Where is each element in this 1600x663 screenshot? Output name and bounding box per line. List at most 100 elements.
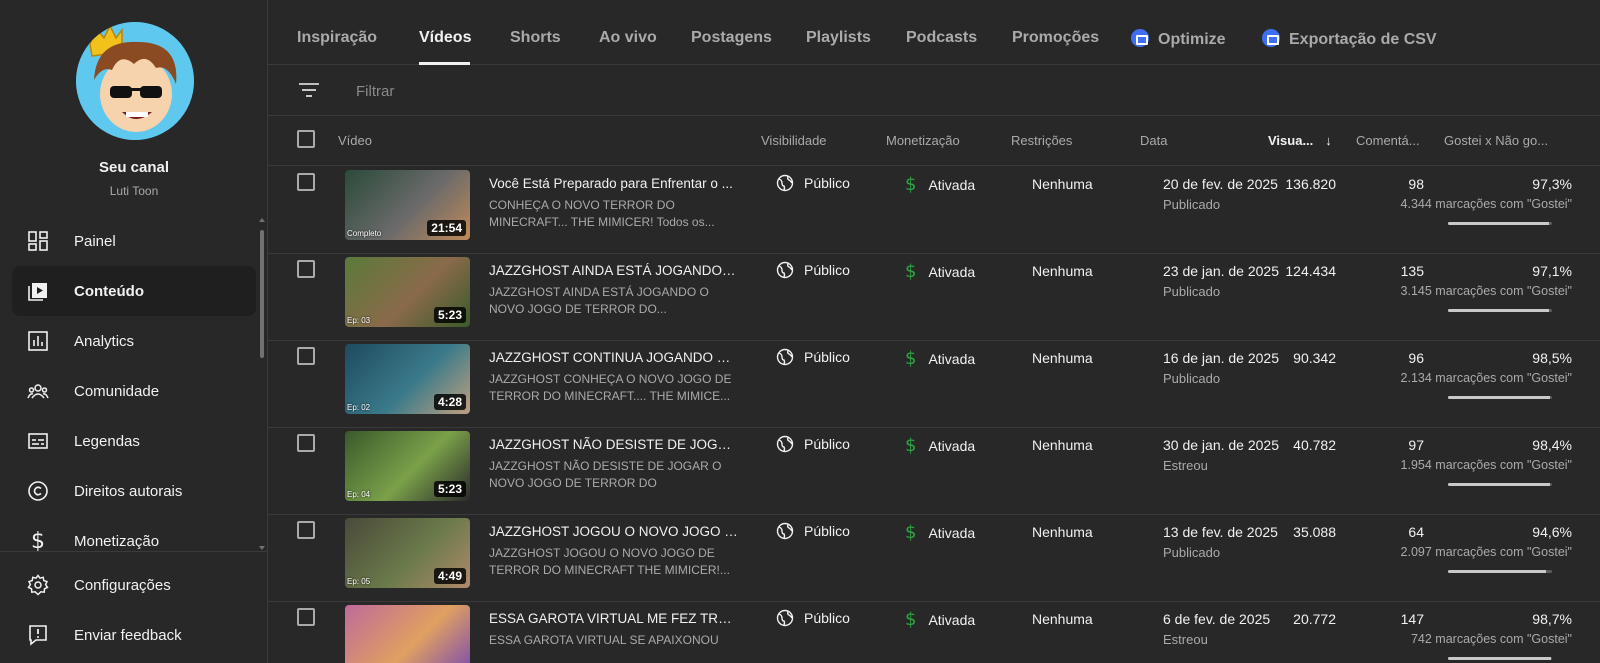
monetization-cell[interactable]: $ Ativada — [905, 609, 975, 630]
column-comments[interactable]: Comentá... — [1356, 133, 1420, 148]
video-title[interactable]: ESSA GAROTA VIRTUAL ME FEZ TRAB... — [489, 611, 739, 626]
sidebar-item-monetizacao[interactable]: $ Monetização — [12, 516, 256, 552]
visibility-cell[interactable]: Público — [776, 522, 850, 540]
video-title[interactable]: Você Está Preparado para Enfrentar o ... — [489, 176, 739, 191]
like-ratio-bar — [1448, 657, 1552, 660]
sidebar-item-comunidade[interactable]: Comunidade — [12, 366, 256, 416]
like-ratio-fill — [1448, 483, 1551, 486]
visibility-cell[interactable]: Público — [776, 435, 850, 453]
sidebar-nav: Painel Conteúdo Analytics Comunidade Leg… — [12, 216, 256, 551]
table-header: Vídeo Visibilidade Monetização Restriçõe… — [268, 116, 1600, 166]
tab-optimize[interactable]: Optimize — [1131, 29, 1226, 49]
video-thumbnail[interactable]: Ep: 05 4:49 — [345, 518, 470, 588]
sidebar-item-legendas[interactable]: Legendas — [12, 416, 256, 466]
tab-shorts[interactable]: Shorts — [510, 29, 561, 47]
dollar-icon: $ — [905, 261, 917, 282]
status-value: Publicado — [1163, 284, 1221, 299]
visibility-cell[interactable]: Público — [776, 348, 850, 366]
video-thumbnail[interactable] — [345, 605, 470, 663]
row-checkbox[interactable] — [297, 608, 315, 626]
sidebar-item-analytics[interactable]: Analytics — [12, 316, 256, 366]
filter-input[interactable] — [356, 77, 856, 105]
tab-exportacao-csv[interactable]: Exportação de CSV — [1262, 29, 1437, 49]
video-title[interactable]: JAZZGHOST JOGOU O NOVO JOGO D... — [489, 524, 739, 539]
column-likes[interactable]: Gostei x Não go... — [1444, 133, 1548, 148]
filter-icon[interactable] — [299, 82, 319, 98]
like-count: 742 marcações com "Gostei" — [1410, 632, 1572, 646]
restrictions-value: Nenhuma — [1032, 350, 1093, 366]
tab-videos[interactable]: Vídeos — [419, 29, 471, 47]
monetization-cell[interactable]: $ Ativada — [905, 522, 975, 543]
globe-icon — [776, 522, 794, 540]
analytics-icon — [26, 329, 50, 353]
video-description: JAZZGHOST NÃO DESISTE DE JOGAR O NOVO JO… — [489, 459, 722, 490]
table-row[interactable]: Ep: 03 5:23 JAZZGHOST AINDA ESTÁ JOGANDO… — [268, 253, 1600, 341]
visibility-cell[interactable]: Público — [776, 261, 850, 279]
video-title[interactable]: JAZZGHOST AINDA ESTÁ JOGANDO O... — [489, 263, 739, 278]
tab-inspiracao[interactable]: Inspiração — [297, 29, 377, 47]
column-monetization[interactable]: Monetização — [886, 133, 960, 148]
table-row[interactable]: Ep: 04 5:23 JAZZGHOST NÃO DESISTE DE JOG… — [268, 427, 1600, 515]
column-views[interactable]: Visua... ↓ — [1268, 133, 1332, 148]
sidebar-item-configuracoes[interactable]: Configurações — [12, 560, 256, 610]
sidebar: Seu canal Luti Toon Painel Conteúdo Anal… — [0, 0, 268, 663]
monetization-cell[interactable]: $ Ativada — [905, 261, 975, 282]
tab-playlists[interactable]: Playlists — [806, 29, 871, 47]
row-checkbox[interactable] — [297, 260, 315, 278]
video-thumbnail[interactable]: Ep: 03 5:23 — [345, 257, 470, 327]
comments-value: 97 — [1408, 437, 1424, 453]
views-value: 40.782 — [1293, 437, 1336, 453]
tab-postagens[interactable]: Postagens — [691, 29, 772, 47]
column-visibility[interactable]: Visibilidade — [761, 133, 827, 148]
sidebar-item-label: Painel — [74, 232, 116, 250]
row-checkbox[interactable] — [297, 173, 315, 191]
tab-ao-vivo[interactable]: Ao vivo — [599, 29, 657, 47]
monetization-cell[interactable]: $ Ativada — [905, 435, 975, 456]
monetization-value: Ativada — [928, 524, 976, 541]
scroll-up-arrow[interactable] — [259, 218, 265, 222]
scrollbar-thumb[interactable] — [260, 230, 264, 358]
community-icon — [26, 379, 50, 403]
row-checkbox[interactable] — [297, 347, 315, 365]
column-restrictions[interactable]: Restrições — [1011, 133, 1072, 148]
visibility-value: Público — [804, 262, 850, 278]
sidebar-item-enviar-feedback[interactable]: Enviar feedback — [12, 610, 256, 660]
video-thumbnail[interactable]: Ep: 02 4:28 — [345, 344, 470, 414]
column-video[interactable]: Vídeo — [338, 133, 372, 148]
row-checkbox[interactable] — [297, 521, 315, 539]
sidebar-item-direitos-autorais[interactable]: Direitos autorais — [12, 466, 256, 516]
like-ratio-bar — [1448, 222, 1552, 225]
table-row[interactable]: Completo 21:54 Você Está Preparado para … — [268, 166, 1600, 254]
monetization-cell[interactable]: $ Ativada — [905, 174, 975, 195]
status-value: Estreou — [1163, 632, 1208, 647]
video-title[interactable]: JAZZGHOST NÃO DESISTE DE JOGAR ... — [489, 437, 739, 452]
visibility-cell[interactable]: Público — [776, 174, 850, 192]
tab-promocoes[interactable]: Promoções — [1012, 29, 1099, 47]
views-value: 35.088 — [1293, 524, 1336, 540]
globe-icon — [776, 609, 794, 627]
sidebar-item-label: Enviar feedback — [74, 626, 182, 644]
video-title[interactable]: JAZZGHOST CONTINUA JOGANDO O ... — [489, 350, 739, 365]
video-description: JAZZGHOST JOGOU O NOVO JOGO DE TERROR DO… — [489, 546, 730, 577]
table-row[interactable]: Ep: 05 4:49 JAZZGHOST JOGOU O NOVO JOGO … — [268, 514, 1600, 602]
tab-podcasts[interactable]: Podcasts — [906, 29, 977, 47]
scroll-down-arrow[interactable] — [259, 546, 265, 550]
video-thumbnail[interactable]: Ep: 04 5:23 — [345, 431, 470, 501]
restrictions-value: Nenhuma — [1032, 524, 1093, 540]
table-row[interactable]: ESSA GAROTA VIRTUAL ME FEZ TRAB... ESSA … — [268, 601, 1600, 663]
select-all-checkbox[interactable] — [297, 130, 315, 148]
column-date[interactable]: Data — [1140, 133, 1167, 148]
table-row[interactable]: Ep: 02 4:28 JAZZGHOST CONTINUA JOGANDO O… — [268, 340, 1600, 428]
like-ratio-fill — [1448, 396, 1551, 399]
visibility-cell[interactable]: Público — [776, 609, 850, 627]
globe-icon — [776, 435, 794, 453]
video-thumbnail[interactable]: Completo 21:54 — [345, 170, 470, 240]
copyright-icon — [26, 479, 50, 503]
sidebar-item-conteudo[interactable]: Conteúdo — [12, 266, 256, 316]
sidebar-scrollbar[interactable] — [258, 218, 266, 550]
sidebar-item-painel[interactable]: Painel — [12, 216, 256, 266]
monetization-cell[interactable]: $ Ativada — [905, 348, 975, 369]
row-checkbox[interactable] — [297, 434, 315, 452]
channel-avatar[interactable] — [76, 22, 194, 140]
video-description: JAZZGHOST CONHEÇA O NOVO JOGO DE TERROR … — [489, 372, 732, 403]
